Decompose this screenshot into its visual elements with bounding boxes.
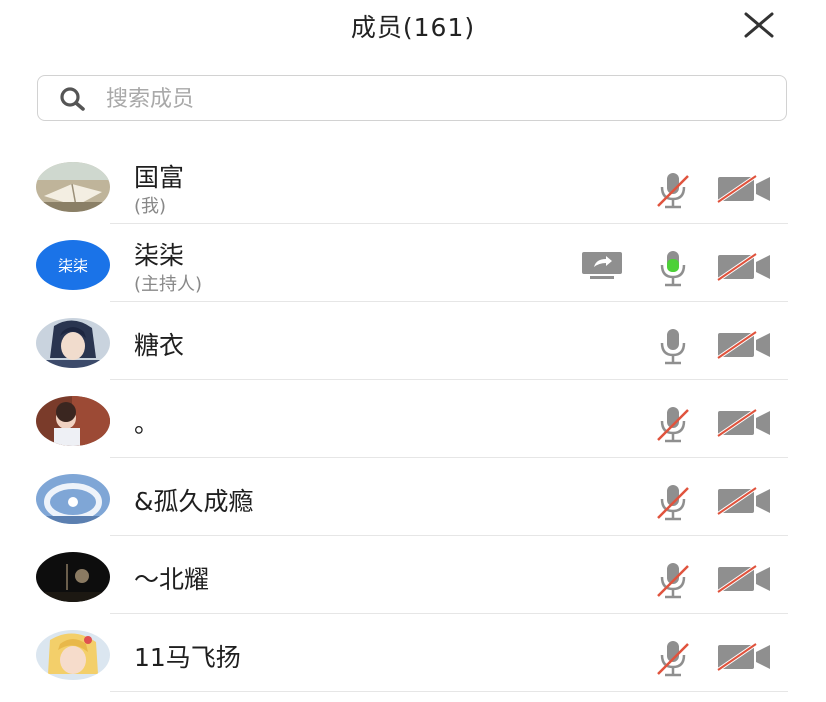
camera-off-icon[interactable]	[716, 408, 772, 438]
member-row[interactable]: &孤久成瘾	[0, 458, 826, 536]
divider	[110, 691, 788, 692]
search-bar[interactable]	[37, 75, 787, 121]
member-row[interactable]: 国富 (我)	[0, 146, 826, 224]
mic-active-icon[interactable]	[654, 248, 692, 288]
camera-off-icon[interactable]	[716, 486, 772, 516]
mic-muted-icon[interactable]	[654, 638, 692, 678]
mic-muted-icon[interactable]	[654, 170, 692, 210]
camera-off-icon[interactable]	[716, 642, 772, 672]
camera-off-icon[interactable]	[716, 564, 772, 594]
header: 成员(161)	[0, 0, 826, 56]
member-name: 11马飞扬	[134, 643, 241, 672]
member-row[interactable]: ～北耀	[0, 536, 826, 614]
avatar	[36, 318, 110, 368]
member-name: 柒柒	[134, 241, 185, 270]
close-icon[interactable]	[740, 8, 778, 42]
page-title: 成员(161)	[350, 13, 476, 42]
member-row[interactable]: 11马飞扬	[0, 614, 826, 692]
camera-off-icon[interactable]	[716, 330, 772, 360]
camera-off-icon[interactable]	[716, 174, 772, 204]
avatar	[36, 162, 110, 212]
avatar	[36, 630, 110, 680]
camera-off-icon[interactable]	[716, 252, 772, 282]
mic-muted-icon[interactable]	[654, 404, 692, 444]
avatar	[36, 474, 110, 524]
member-role: (主持人)	[134, 274, 203, 295]
avatar	[36, 552, 110, 602]
member-name: 糖衣	[134, 331, 185, 360]
member-name: ～北耀	[134, 565, 210, 594]
screen-share-icon[interactable]	[580, 250, 624, 280]
avatar: 柒柒	[36, 240, 110, 290]
search-icon	[58, 86, 88, 112]
search-input[interactable]	[104, 82, 768, 116]
member-name: 国富	[134, 163, 185, 192]
member-role: (我)	[134, 196, 167, 217]
member-name: 。	[134, 409, 160, 438]
member-name: &孤久成瘾	[134, 487, 254, 516]
mic-muted-icon[interactable]	[654, 560, 692, 600]
avatar	[36, 396, 110, 446]
member-row[interactable]: 。	[0, 380, 826, 458]
member-row[interactable]: 柒柒 柒柒 (主持人)	[0, 224, 826, 302]
member-row[interactable]: 糖衣	[0, 302, 826, 380]
mic-muted-icon[interactable]	[654, 482, 692, 522]
mic-on-icon[interactable]	[654, 326, 692, 366]
